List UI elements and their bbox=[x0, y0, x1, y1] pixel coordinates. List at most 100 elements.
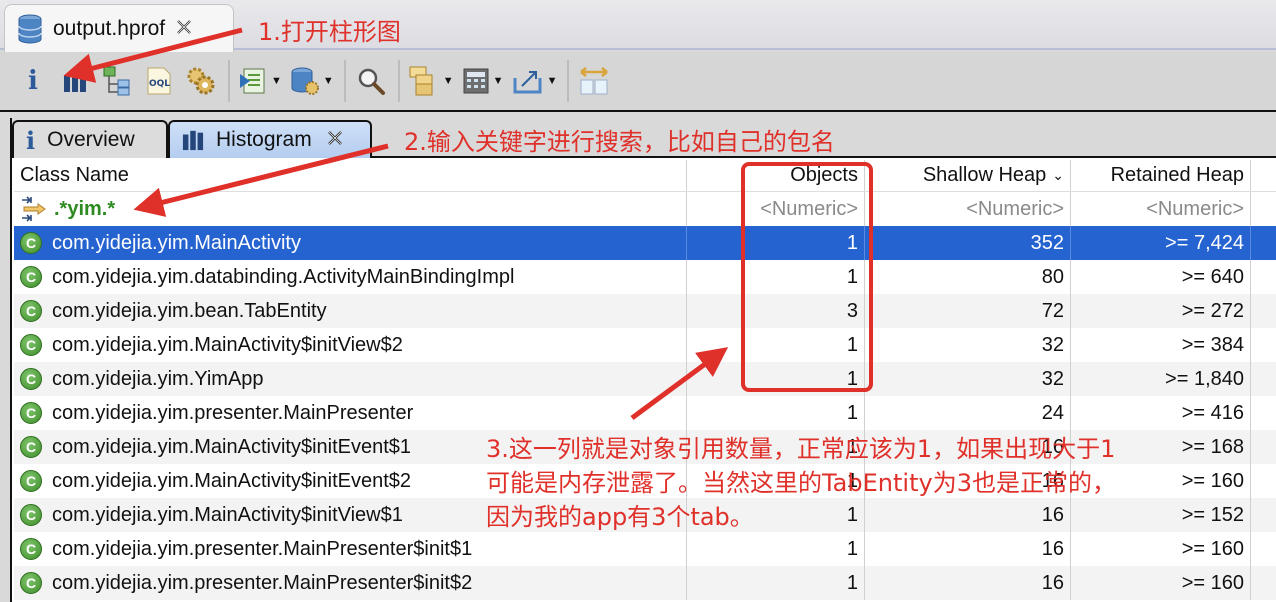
tab-histogram-label: Histogram bbox=[216, 128, 312, 151]
filter-row: .*yim.* <Numeric> <Numeric> <Numeric> bbox=[14, 192, 1276, 226]
objects-cell: 1 bbox=[687, 532, 865, 566]
retained-heap-cell: >= 160 bbox=[1071, 566, 1251, 600]
row-filler bbox=[1251, 464, 1276, 498]
table-row[interactable]: Ccom.yidejia.yim.presenter.MainPresenter… bbox=[14, 532, 1276, 566]
table-row[interactable]: Ccom.yidejia.yim.presenter.MainPresenter… bbox=[14, 396, 1276, 430]
shallow-heap-filter-input[interactable]: <Numeric> bbox=[865, 192, 1071, 226]
table-row[interactable]: Ccom.yidejia.yim.YimApp 1 32 >= 1,840 bbox=[14, 362, 1276, 396]
column-header-class-name[interactable]: Class Name bbox=[14, 160, 687, 191]
histogram-button[interactable] bbox=[58, 61, 92, 101]
class-name: com.yidejia.yim.MainActivity$initEvent$2 bbox=[52, 469, 412, 492]
class-name: com.yidejia.yim.presenter.MainPresenter$… bbox=[52, 537, 473, 560]
class-name: com.yidejia.yim.YimApp bbox=[52, 367, 264, 390]
tab-histogram[interactable]: Histogram bbox=[168, 120, 372, 158]
gears-icon bbox=[187, 67, 215, 95]
toolbar-separator bbox=[228, 60, 230, 102]
shallow-heap-cell: 16 bbox=[865, 498, 1071, 532]
class-icon: C bbox=[20, 572, 42, 594]
oql-button[interactable]: OQL bbox=[142, 61, 176, 101]
class-name-cell: Ccom.yidejia.yim.presenter.MainPresenter bbox=[14, 396, 687, 430]
class-icon: C bbox=[20, 504, 42, 526]
calculate-retained-button[interactable]: ▼ bbox=[462, 61, 504, 101]
table-row[interactable]: Ccom.yidejia.yim.bean.TabEntity 3 72 >= 272 bbox=[14, 294, 1276, 328]
class-name: com.yidejia.yim.databinding.ActivityMain… bbox=[52, 265, 515, 288]
table-header: Class Name Objects Shallow Heap ⌄ Retain… bbox=[14, 160, 1276, 192]
retained-heap-cell: >= 160 bbox=[1071, 464, 1251, 498]
class-name-cell: Ccom.yidejia.yim.bean.TabEntity bbox=[14, 294, 687, 328]
column-header-retained-heap[interactable]: Retained Heap bbox=[1071, 160, 1251, 191]
table-row[interactable]: Ccom.yidejia.yim.MainActivity$initView$2… bbox=[14, 328, 1276, 362]
class-name-cell: Ccom.yidejia.yim.MainActivity$initView$1 bbox=[14, 498, 687, 532]
class-name: com.yidejia.yim.MainActivity bbox=[52, 231, 301, 254]
memory-analyzer-window: output.hprof i OQL ▼ ▼ ▼ ▼ ▼ i Overview … bbox=[0, 0, 1276, 602]
database-icon bbox=[18, 14, 42, 43]
dominator-tree-button[interactable] bbox=[100, 61, 134, 101]
row-filler bbox=[1251, 498, 1276, 532]
chevron-down-icon[interactable]: ▼ bbox=[271, 75, 282, 87]
class-icon: C bbox=[20, 436, 42, 458]
chevron-down-icon[interactable]: ▼ bbox=[323, 75, 334, 87]
class-name: com.yidejia.yim.MainActivity$initEvent$1 bbox=[52, 435, 412, 458]
chevron-down-icon[interactable]: ▼ bbox=[493, 75, 504, 87]
group-result-button[interactable]: ▼ bbox=[408, 61, 454, 101]
close-icon[interactable] bbox=[326, 127, 344, 153]
class-name-cell: Ccom.yidejia.yim.MainActivity$initEvent$… bbox=[14, 430, 687, 464]
column-header-shallow-heap[interactable]: Shallow Heap ⌄ bbox=[865, 160, 1071, 191]
table-row[interactable]: Ccom.yidejia.yim.MainActivity 1 352 >= 7,42… bbox=[14, 226, 1276, 260]
retained-heap-cell: >= 1,840 bbox=[1071, 362, 1251, 396]
objects-cell: 1 bbox=[687, 498, 865, 532]
class-icon: C bbox=[20, 538, 42, 560]
editor-tab-bar: output.hprof bbox=[0, 0, 1276, 52]
class-name-filter-input[interactable]: .*yim.* bbox=[14, 192, 687, 226]
compare-button[interactable] bbox=[577, 61, 611, 101]
class-name-cell: Ccom.yidejia.yim.MainActivity$initEvent$… bbox=[14, 464, 687, 498]
database-gear-icon bbox=[291, 67, 319, 95]
group-icon bbox=[409, 66, 433, 96]
shallow-heap-cell: 16 bbox=[865, 566, 1071, 600]
class-name-filter-value: .*yim.* bbox=[54, 197, 116, 220]
table-row[interactable]: Ccom.yidejia.yim.MainActivity$initEvent$… bbox=[14, 430, 1276, 464]
table-row[interactable]: Ccom.yidejia.yim.presenter.MainPresenter… bbox=[14, 566, 1276, 600]
class-icon: C bbox=[20, 368, 42, 390]
tab-overview-label: Overview bbox=[47, 128, 135, 151]
class-icon: C bbox=[20, 334, 42, 356]
find-object-button[interactable] bbox=[354, 61, 388, 101]
svg-text:OQL: OQL bbox=[149, 79, 170, 89]
export-button[interactable]: ▼ bbox=[512, 61, 558, 101]
class-icon: C bbox=[20, 232, 42, 254]
retained-heap-filter-input[interactable]: <Numeric> bbox=[1071, 192, 1251, 226]
overview-button[interactable]: i bbox=[16, 61, 50, 101]
query-browser-button[interactable]: ▼ bbox=[290, 61, 334, 101]
tab-overview[interactable]: i Overview bbox=[12, 120, 168, 158]
bar-chart-icon bbox=[64, 71, 86, 92]
column-header-filler bbox=[1251, 160, 1276, 191]
run-report-button[interactable]: ▼ bbox=[238, 61, 282, 101]
class-name: com.yidejia.yim.MainActivity$initView$1 bbox=[52, 503, 403, 526]
objects-cell: 1 bbox=[687, 464, 865, 498]
table-row[interactable]: Ccom.yidejia.yim.databinding.ActivityMai… bbox=[14, 260, 1276, 294]
inner-tab-bar: i Overview Histogram bbox=[12, 118, 1276, 158]
row-filler bbox=[1251, 430, 1276, 464]
table-row[interactable]: Ccom.yidejia.yim.MainActivity$initEvent$… bbox=[14, 464, 1276, 498]
close-icon[interactable] bbox=[175, 16, 193, 42]
chevron-down-icon[interactable]: ▼ bbox=[547, 75, 558, 87]
row-filler bbox=[1251, 260, 1276, 294]
table-row[interactable]: Ccom.yidejia.yim.MainActivity$initView$1… bbox=[14, 498, 1276, 532]
compare-icon bbox=[580, 67, 609, 95]
row-filler bbox=[1251, 362, 1276, 396]
shallow-heap-cell: 352 bbox=[865, 226, 1071, 260]
shallow-heap-cell: 72 bbox=[865, 294, 1071, 328]
heap-dump-overview-button[interactable] bbox=[184, 61, 218, 101]
export-icon bbox=[513, 71, 542, 94]
editor-tab-output-hprof[interactable]: output.hprof bbox=[4, 4, 234, 52]
chevron-down-icon[interactable]: ▼ bbox=[443, 75, 454, 87]
class-name: com.yidejia.yim.presenter.MainPresenter bbox=[52, 401, 414, 424]
sort-descending-icon: ⌄ bbox=[1052, 167, 1064, 183]
info-icon: i bbox=[26, 125, 36, 155]
shallow-heap-cell: 80 bbox=[865, 260, 1071, 294]
calculator-icon bbox=[463, 68, 489, 94]
class-name-cell: Ccom.yidejia.yim.YimApp bbox=[14, 362, 687, 396]
row-filler bbox=[1251, 566, 1276, 600]
retained-heap-cell: >= 160 bbox=[1071, 532, 1251, 566]
run-report-icon bbox=[240, 68, 265, 94]
